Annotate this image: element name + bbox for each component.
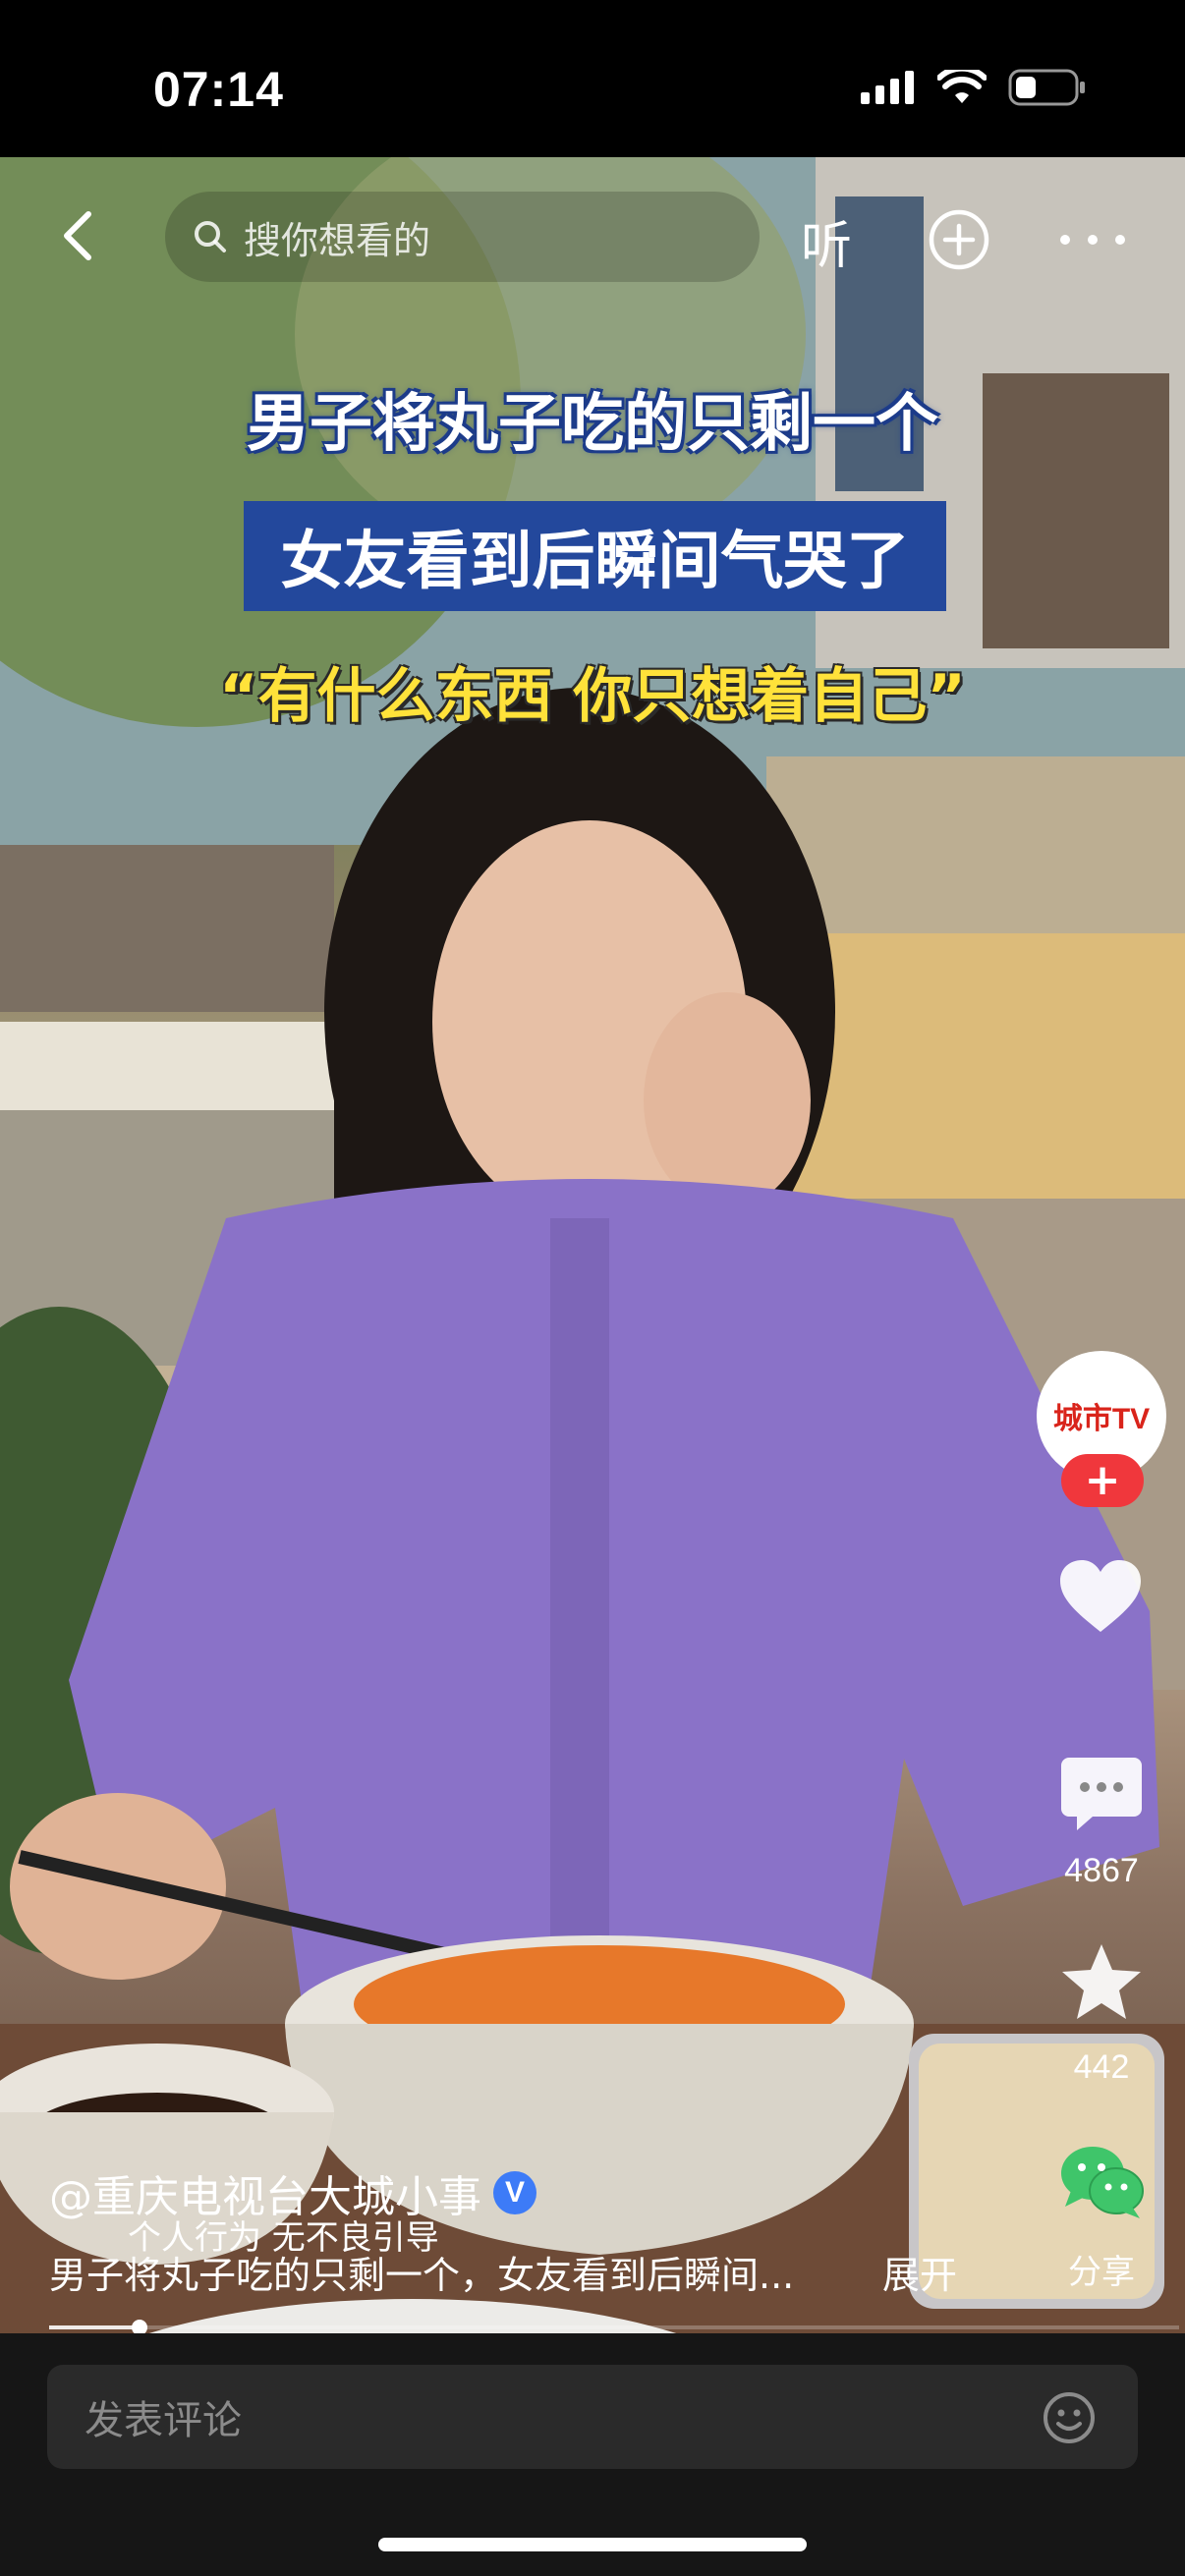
video-player[interactable] — [0, 157, 1185, 2333]
follow-button[interactable]: + — [1061, 1454, 1144, 1507]
listen-button[interactable]: 听 — [801, 204, 852, 278]
back-button[interactable] — [51, 206, 110, 265]
comment-input[interactable]: 发表评论 — [47, 2365, 1138, 2469]
home-indicator[interactable] — [378, 2538, 807, 2551]
comment-icon[interactable] — [1059, 1754, 1144, 1832]
verified-badge-icon: V — [493, 2171, 536, 2214]
caption-line-1: 男子将丸子吃的只剩一个 — [247, 388, 938, 461]
search-input[interactable]: 搜你想看的 — [165, 192, 760, 282]
comment-count: 4867 — [1064, 1852, 1139, 1889]
video-progress-fill — [49, 2325, 140, 2329]
video-frame-image — [0, 157, 1185, 2333]
status-time: 07:14 — [153, 62, 284, 117]
expand-button[interactable]: 展开 — [882, 2245, 957, 2299]
wechat-share-icon[interactable] — [1057, 2142, 1146, 2220]
share-label: 分享 — [1068, 2253, 1135, 2292]
avatar-logo-text: 城市TV — [1052, 1403, 1151, 1435]
status-bar: 07:14 — [0, 0, 1185, 157]
caption-line-3: “有什么东西 你只想着自己” — [219, 662, 966, 731]
video-progress-track[interactable] — [49, 2325, 1179, 2329]
more-options-icon[interactable] — [1059, 234, 1126, 246]
battery-icon — [1008, 69, 1085, 106]
status-icons — [861, 69, 1087, 106]
caption-line-2-box: 女友看到后瞬间气哭了 — [244, 501, 946, 611]
search-placeholder: 搜你想看的 — [244, 218, 431, 262]
emoji-icon[interactable] — [1042, 2390, 1097, 2445]
search-icon — [195, 221, 226, 252]
caption-line-2: 女友看到后瞬间气哭了 — [280, 526, 910, 598]
favorite-count: 442 — [1073, 2048, 1130, 2086]
like-heart-icon[interactable] — [1056, 1557, 1145, 1636]
favorite-star-icon[interactable] — [1058, 1940, 1145, 2025]
video-description[interactable]: 男子将丸子吃的只剩一个，女友看到后瞬间... — [49, 2245, 794, 2299]
wifi-icon — [937, 70, 987, 103]
add-circle-icon[interactable] — [928, 208, 990, 271]
comment-placeholder: 发表评论 — [85, 2398, 242, 2443]
cellular-signal-icon — [861, 71, 914, 104]
